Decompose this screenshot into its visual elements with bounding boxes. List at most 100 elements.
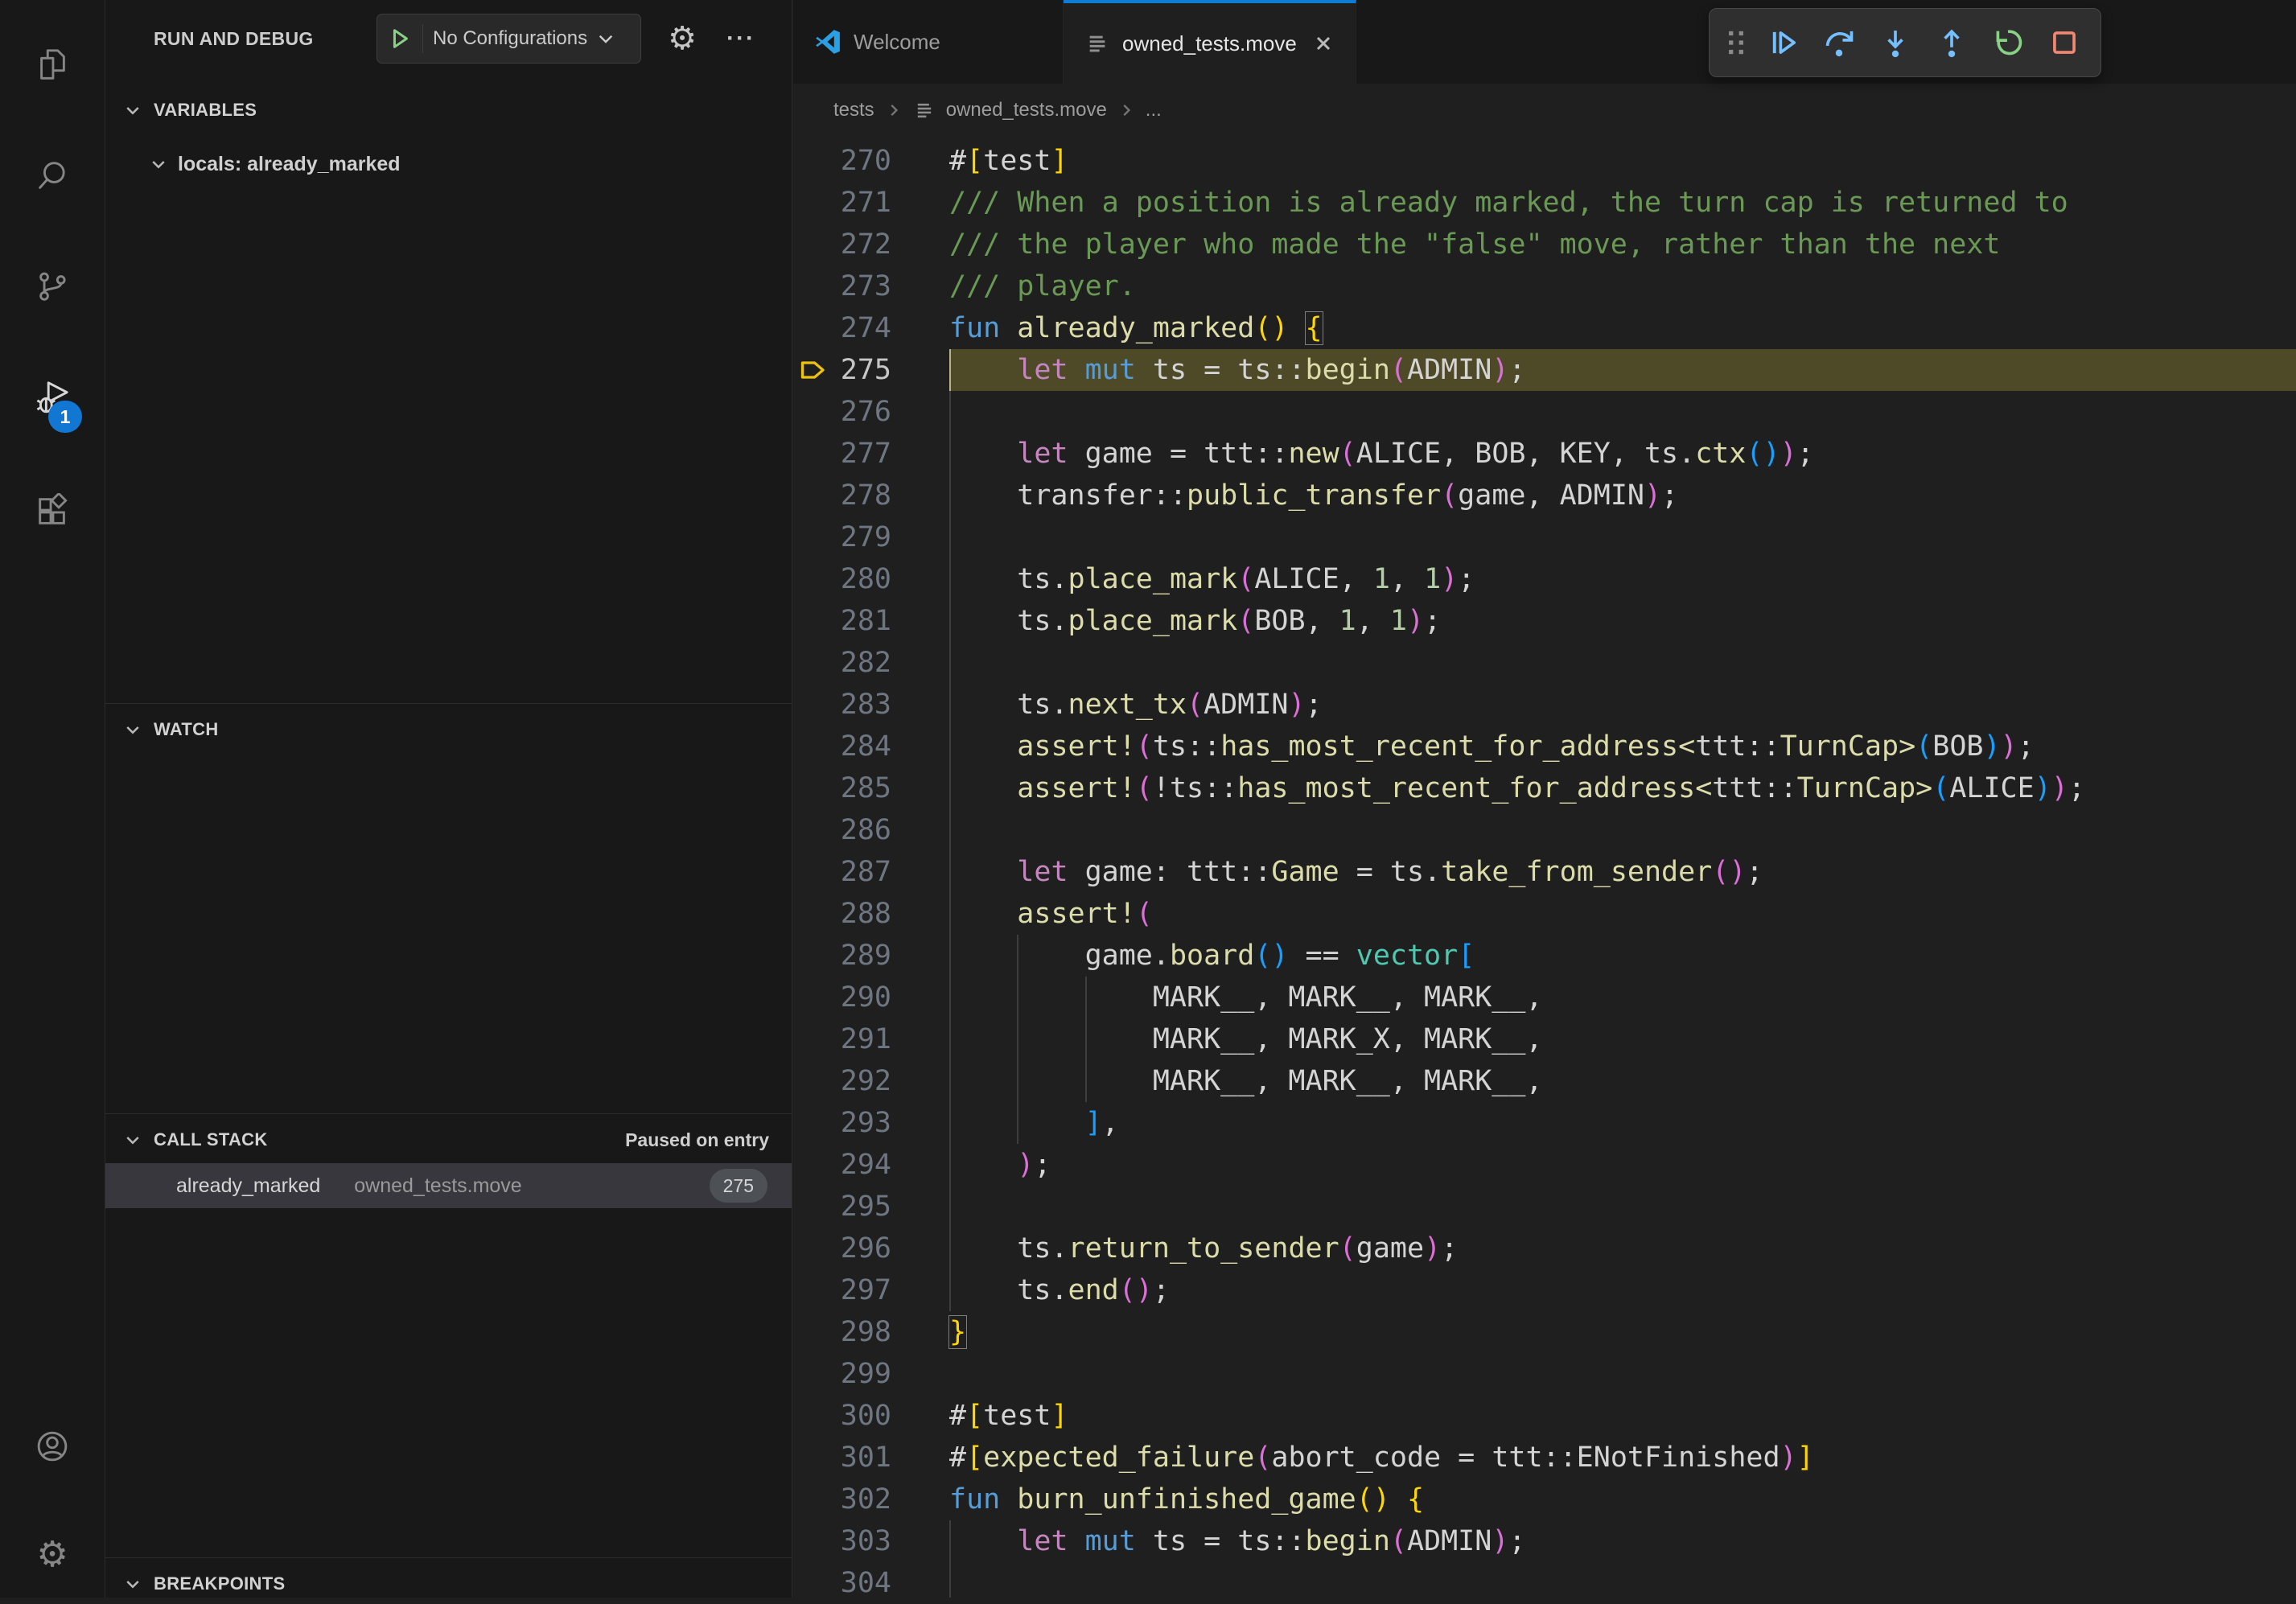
line-number[interactable]: 274 <box>841 307 891 349</box>
gutter[interactable]: 293 <box>793 1102 949 1144</box>
code-text[interactable]: let game = ttt::new(ALICE, BOB, KEY, ts.… <box>949 433 2296 475</box>
gutter[interactable]: 273 <box>793 265 949 307</box>
step-over-button[interactable] <box>1811 14 1867 71</box>
gutter[interactable]: 272 <box>793 224 949 265</box>
code-text[interactable]: fun already_marked() { <box>949 307 2296 349</box>
gutter[interactable]: 299 <box>793 1353 949 1395</box>
gutter[interactable]: 274 <box>793 307 949 349</box>
code-text[interactable] <box>949 642 2296 684</box>
line-number[interactable]: 286 <box>841 809 891 851</box>
gutter[interactable]: 276 <box>793 391 949 433</box>
gutter[interactable]: 275 <box>793 349 949 391</box>
line-number[interactable]: 287 <box>841 851 891 893</box>
code-text[interactable] <box>949 391 2296 433</box>
start-debug-icon[interactable] <box>377 14 422 63</box>
gutter[interactable]: 288 <box>793 893 949 935</box>
line-number[interactable]: 281 <box>841 600 891 642</box>
line-number[interactable]: 290 <box>841 977 891 1018</box>
gutter[interactable]: 304 <box>793 1562 949 1598</box>
code-text[interactable]: assert!(ts::has_most_recent_for_address<… <box>949 726 2296 767</box>
breadcrumb-file[interactable]: owned_tests.move <box>946 99 1107 121</box>
gutter[interactable]: 297 <box>793 1269 949 1311</box>
line-number[interactable]: 298 <box>841 1311 891 1353</box>
line-number[interactable]: 270 <box>841 140 891 182</box>
code-text[interactable]: #[expected_failure(abort_code = ttt::ENo… <box>949 1437 2296 1479</box>
line-number[interactable]: 279 <box>841 516 891 558</box>
settings-gear-icon[interactable]: ⚙ <box>0 1506 105 1602</box>
line-number[interactable]: 292 <box>841 1060 891 1102</box>
run-and-debug-icon[interactable]: 1 <box>0 349 105 446</box>
line-number[interactable]: 275 <box>841 349 891 391</box>
gutter[interactable]: 294 <box>793 1144 949 1186</box>
gutter[interactable]: 270 <box>793 140 949 182</box>
gutter[interactable]: 277 <box>793 433 949 475</box>
code-text[interactable] <box>949 1186 2296 1228</box>
breadcrumb-folder[interactable]: tests <box>833 99 874 121</box>
line-number[interactable]: 302 <box>841 1479 891 1520</box>
line-number[interactable]: 295 <box>841 1186 891 1228</box>
breadcrumb-symbol[interactable]: ... <box>1146 99 1162 121</box>
code-text[interactable]: MARK__, MARK__, MARK__, <box>949 1060 2296 1102</box>
stop-button[interactable] <box>2036 14 2092 71</box>
code-text[interactable]: transfer::public_transfer(game, ADMIN); <box>949 475 2296 516</box>
extensions-icon[interactable] <box>0 463 105 560</box>
line-number[interactable]: 289 <box>841 935 891 977</box>
gutter[interactable]: 300 <box>793 1395 949 1437</box>
code-text[interactable]: ts.next_tx(ADMIN); <box>949 684 2296 726</box>
line-number[interactable]: 291 <box>841 1018 891 1060</box>
step-out-button[interactable] <box>1924 14 1980 71</box>
line-number[interactable]: 283 <box>841 684 891 726</box>
gutter[interactable]: 286 <box>793 809 949 851</box>
line-number[interactable]: 299 <box>841 1353 891 1395</box>
gutter[interactable]: 278 <box>793 475 949 516</box>
debug-settings-gear-icon[interactable]: ⚙ <box>662 0 702 77</box>
code-text[interactable]: #[test] <box>949 1395 2296 1437</box>
line-number[interactable]: 293 <box>841 1102 891 1144</box>
line-number[interactable]: 294 <box>841 1144 891 1186</box>
line-number[interactable]: 303 <box>841 1520 891 1562</box>
code-text[interactable]: let mut ts = ts::begin(ADMIN); <box>949 1520 2296 1562</box>
line-number[interactable]: 273 <box>841 265 891 307</box>
code-text[interactable]: #[test] <box>949 140 2296 182</box>
gutter[interactable]: 296 <box>793 1228 949 1269</box>
gutter[interactable]: 271 <box>793 182 949 224</box>
code-text[interactable] <box>949 1353 2296 1395</box>
line-number[interactable]: 304 <box>841 1562 891 1598</box>
code-text[interactable]: let mut ts = ts::begin(ADMIN); <box>949 349 2296 391</box>
line-number[interactable]: 282 <box>841 642 891 684</box>
locals-scope-row[interactable]: locals: already_marked <box>105 143 792 185</box>
code-text[interactable]: /// the player who made the "false" move… <box>949 224 2296 265</box>
gutter[interactable]: 302 <box>793 1479 949 1520</box>
line-number[interactable]: 301 <box>841 1437 891 1479</box>
code-text[interactable]: MARK__, MARK__, MARK__, <box>949 977 2296 1018</box>
gutter[interactable]: 282 <box>793 642 949 684</box>
gutter[interactable]: 289 <box>793 935 949 977</box>
code-text[interactable]: game.board() == vector[ <box>949 935 2296 977</box>
drag-grip-icon[interactable] <box>1718 14 1755 71</box>
call-stack-section-header[interactable]: CALL STACK Paused on entry <box>105 1120 792 1160</box>
line-number[interactable]: 296 <box>841 1228 891 1269</box>
code-text[interactable] <box>949 516 2296 558</box>
line-number[interactable]: 276 <box>841 391 891 433</box>
gutter[interactable]: 291 <box>793 1018 949 1060</box>
line-number[interactable]: 288 <box>841 893 891 935</box>
line-number[interactable]: 300 <box>841 1395 891 1437</box>
gutter[interactable]: 295 <box>793 1186 949 1228</box>
tab-owned-tests-move[interactable]: owned_tests.move <box>1064 0 1356 84</box>
gutter[interactable]: 285 <box>793 767 949 809</box>
code-text[interactable]: assert!(!ts::has_most_recent_for_address… <box>949 767 2296 809</box>
code-text[interactable] <box>949 809 2296 851</box>
line-number[interactable]: 285 <box>841 767 891 809</box>
line-number[interactable]: 272 <box>841 224 891 265</box>
continue-button[interactable] <box>1755 14 1811 71</box>
gutter[interactable]: 290 <box>793 977 949 1018</box>
line-number[interactable]: 278 <box>841 475 891 516</box>
source-control-icon[interactable] <box>0 238 105 335</box>
tab-welcome[interactable]: Welcome <box>793 0 1064 84</box>
close-icon[interactable] <box>1312 32 1335 55</box>
line-number[interactable]: 297 <box>841 1269 891 1311</box>
debug-config-dropdown[interactable]: No Configurations <box>376 14 641 64</box>
gutter[interactable]: 298 <box>793 1311 949 1353</box>
call-stack-frame-row[interactable]: already_marked owned_tests.move 275 <box>105 1163 792 1208</box>
code-text[interactable]: MARK__, MARK_X, MARK__, <box>949 1018 2296 1060</box>
